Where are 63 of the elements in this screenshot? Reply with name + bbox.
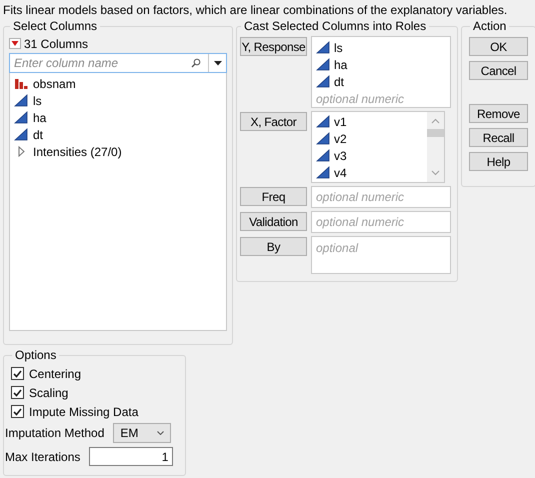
scrollbar-thumb[interactable] bbox=[427, 129, 444, 137]
role-column-item[interactable]: v2 bbox=[334, 130, 347, 148]
continuous-column-icon bbox=[316, 75, 330, 88]
menu-caret-icon[interactable] bbox=[9, 38, 21, 49]
role-column-item[interactable]: v4 bbox=[334, 164, 347, 182]
continuous-column-icon bbox=[14, 128, 28, 141]
checkbox[interactable] bbox=[11, 386, 24, 399]
panel-title: Cast Selected Columns into Roles bbox=[244, 19, 426, 33]
role-list-box[interactable]: ls ha dt optional numeric bbox=[311, 36, 451, 108]
expand-icon[interactable] bbox=[16, 146, 26, 157]
column-list-item[interactable]: ls bbox=[33, 92, 42, 110]
role-button[interactable]: Y, Response bbox=[240, 37, 307, 56]
role-column-item[interactable]: v1 bbox=[334, 112, 347, 130]
role-button[interactable]: Freq bbox=[240, 187, 307, 206]
column-list-item[interactable]: obsnam bbox=[33, 74, 76, 92]
max-iterations-field[interactable]: 1 bbox=[89, 447, 174, 466]
action-button[interactable]: OK bbox=[469, 37, 528, 56]
continuous-column-icon bbox=[316, 149, 330, 162]
imputation-method-dropdown[interactable]: EM bbox=[113, 423, 172, 443]
action-button[interactable]: Help bbox=[469, 152, 528, 171]
field-label: Max Iterations bbox=[5, 448, 80, 466]
role-button[interactable]: Validation bbox=[240, 212, 307, 231]
column-list[interactable]: obsnam ls ha dt Intensities (27/0) bbox=[9, 73, 227, 331]
continuous-column-icon bbox=[316, 132, 330, 145]
action-button[interactable]: Recall bbox=[469, 128, 528, 147]
caret-icon bbox=[214, 60, 222, 66]
continuous-column-icon bbox=[14, 94, 28, 107]
continuous-column-icon bbox=[14, 111, 28, 124]
checkbox-label[interactable]: Impute Missing Data bbox=[29, 402, 138, 420]
continuous-column-icon bbox=[316, 41, 330, 54]
role-column-item[interactable]: dt bbox=[334, 72, 344, 90]
column-list-item[interactable]: ha bbox=[33, 108, 46, 126]
continuous-column-icon bbox=[316, 115, 330, 128]
role-field[interactable]: optional numeric bbox=[311, 211, 451, 233]
nominal-column-icon bbox=[14, 77, 28, 90]
search-field[interactable]: Enter column name bbox=[9, 53, 227, 73]
role-button[interactable]: X, Factor bbox=[240, 112, 307, 131]
description-text: Fits linear models based on factors, which are linear combinations of the explanatory variables. bbox=[2, 2, 508, 17]
panel-title: Action bbox=[473, 19, 506, 33]
checkbox-label[interactable]: Scaling bbox=[29, 384, 68, 402]
role-list-box[interactable]: v1 v2 v3 v4 bbox=[311, 111, 445, 183]
column-list-item[interactable]: dt bbox=[33, 126, 44, 144]
column-count: 31 Columns bbox=[24, 36, 88, 52]
role-column-item[interactable]: ha bbox=[334, 56, 348, 74]
continuous-column-icon bbox=[316, 166, 330, 179]
role-button[interactable]: By bbox=[240, 237, 307, 256]
role-column-item[interactable]: v3 bbox=[334, 146, 347, 164]
placeholder-text: optional numeric bbox=[316, 90, 404, 108]
panel-title: Options bbox=[15, 348, 56, 362]
field-label: Imputation Method bbox=[5, 425, 104, 442]
checkbox-label[interactable]: Centering bbox=[29, 364, 82, 382]
checkbox[interactable] bbox=[11, 367, 24, 380]
checkbox[interactable] bbox=[11, 405, 24, 418]
search-icon[interactable] bbox=[191, 58, 201, 68]
role-field[interactable]: optional numeric bbox=[311, 186, 451, 208]
caret-icon bbox=[157, 431, 164, 435]
column-group-item[interactable]: Intensities (27/0) bbox=[33, 142, 122, 160]
panel-title: Select Columns bbox=[13, 19, 98, 33]
action-button[interactable]: Remove bbox=[469, 104, 528, 123]
action-button[interactable]: Cancel bbox=[469, 61, 528, 80]
role-column-item[interactable]: ls bbox=[334, 38, 343, 56]
search-input[interactable]: Enter column name bbox=[10, 54, 191, 72]
continuous-column-icon bbox=[316, 58, 330, 71]
